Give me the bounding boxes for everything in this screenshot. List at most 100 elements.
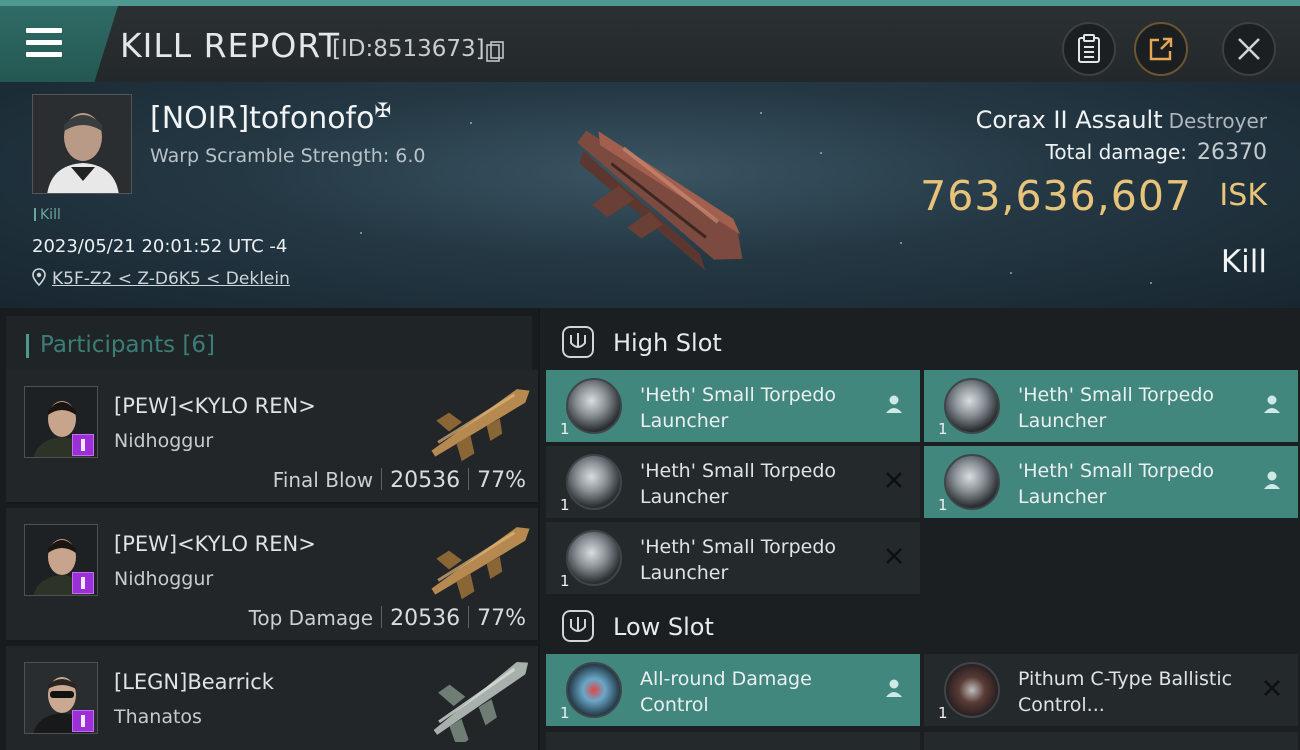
participant-stats: Final Blow 20536 77% <box>273 468 526 493</box>
participants-label: Participants <box>40 332 176 358</box>
module-high-slot-4[interactable]: 1 'Heth' Small Torpedo Launcher <box>924 446 1298 518</box>
pilot-badge-icon <box>72 710 94 732</box>
torpedo-launcher-icon <box>566 530 622 586</box>
slot-icon <box>562 326 594 358</box>
participants-accent-bar <box>26 334 29 358</box>
stat-divider <box>381 606 383 628</box>
participant-name: [PEW]<KYLO REN> <box>114 394 316 418</box>
participants-panel: Participants [6] [PEW]<KYLO REN> Nidhogg… <box>0 308 538 750</box>
participants-count: [6] <box>182 332 216 358</box>
module-quantity: 1 <box>560 704 570 722</box>
participant-ship: Thanatos <box>114 706 202 728</box>
pilot-icon <box>1264 395 1280 413</box>
page-title: KILL REPORT <box>120 26 340 65</box>
module-name: 'Heth' Small Torpedo Launcher <box>1018 384 1215 432</box>
module-high-slot-1[interactable]: 1 'Heth' Small Torpedo Launcher <box>546 370 920 442</box>
x-icon <box>886 472 902 488</box>
kill-location-link[interactable]: K5F-Z2 < Z-D6K5 < Deklein <box>32 268 290 289</box>
participant-row[interactable]: [PEW]<KYLO REN> Nidhoggur Final Blow 2053… <box>6 370 538 504</box>
victim-name[interactable]: [NOIR]tofonofo✠ <box>150 98 391 136</box>
participant-ship: Nidhoggur <box>114 568 214 590</box>
victim-avatar[interactable] <box>32 94 132 194</box>
module-high-slot-3[interactable]: 1 'Heth' Small Torpedo Launcher <box>546 446 920 518</box>
module-high-slot-5[interactable]: 1 'Heth' Small Torpedo Launcher <box>546 522 920 594</box>
module-quantity: 1 <box>938 420 948 438</box>
participant-damage: 20536 <box>390 606 461 631</box>
module-name: Pithum C-Type Ballistic Control... <box>1018 668 1233 716</box>
menu-button[interactable] <box>0 6 118 82</box>
ballistic-control-icon <box>944 662 1000 718</box>
module-name: 'Heth' Small Torpedo Launcher <box>640 460 837 508</box>
kill-report-id: [ID:8513673] <box>332 36 485 62</box>
hamburger-menu-icon <box>26 28 62 58</box>
participant-damage: 20536 <box>390 468 461 493</box>
close-button[interactable] <box>1222 22 1276 76</box>
kill-datetime: 2023/05/21 20:01:52 UTC -4 <box>32 236 288 257</box>
module-low-slot-3-partial[interactable] <box>546 732 920 750</box>
total-damage-label: Total damage: <box>1045 140 1188 164</box>
participants-title: Participants [6] <box>40 332 215 358</box>
victim-portrait-image <box>33 95 131 193</box>
module-name: 'Heth' Small Torpedo Launcher <box>1018 460 1215 508</box>
module-low-slot-4-partial[interactable] <box>924 732 1298 750</box>
module-low-slot-1[interactable]: 1 All-round Damage Control <box>546 654 920 726</box>
damage-control-icon <box>566 662 622 718</box>
location-pin-icon <box>32 268 46 287</box>
isk-value: 763,636,607 <box>920 172 1192 220</box>
module-low-slot-2[interactable]: 1 Pithum C-Type Ballistic Control... <box>924 654 1298 726</box>
victim-name-text: [NOIR]tofonofo <box>150 101 375 136</box>
participant-ship: Nidhoggur <box>114 430 214 452</box>
torpedo-launcher-icon <box>944 454 1000 510</box>
participant-ship-image <box>431 527 530 600</box>
module-name: 'Heth' Small Torpedo Launcher <box>640 384 837 432</box>
torpedo-launcher-icon <box>566 378 622 434</box>
ship-class: Destroyer <box>1168 109 1267 133</box>
participant-stats: Top Damage 20536 77% <box>249 606 526 631</box>
participant-percent: 77% <box>477 606 526 631</box>
victim-ship-name[interactable]: Corax II Assault Destroyer <box>976 106 1267 134</box>
low-slot-label: Low Slot <box>613 613 714 641</box>
ship-name-text: Corax II Assault <box>975 106 1163 134</box>
high-slot-label: High Slot <box>613 329 722 357</box>
corp-mark: ✠ <box>374 98 392 122</box>
participant-row[interactable]: [PEW]<KYLO REN> Nidhoggur Top Damage 2053… <box>6 508 538 642</box>
fitting-panel: High Slot 1 'Heth' Small Torpedo Launche… <box>540 308 1300 750</box>
isk-label: ISK <box>1219 178 1267 213</box>
module-quantity: 1 <box>938 496 948 514</box>
kill-tag: Kill <box>34 207 61 223</box>
clipboard-button[interactable] <box>1062 22 1116 76</box>
low-slot-header: Low Slot <box>540 596 1300 654</box>
stat-divider <box>381 468 383 490</box>
participant-ship-image <box>431 389 530 462</box>
module-quantity: 1 <box>938 704 948 722</box>
clipboard-icon <box>1078 34 1100 63</box>
torpedo-launcher-icon <box>566 454 622 510</box>
share-button[interactable] <box>1134 22 1188 76</box>
module-name: 'Heth' Small Torpedo Launcher <box>640 536 837 584</box>
victim-ship-image[interactable] <box>540 92 770 302</box>
x-icon <box>886 548 902 564</box>
high-slot-header: High Slot <box>540 312 1300 370</box>
participant-role: Final Blow <box>272 468 374 492</box>
total-damage: Total damage: 26370 <box>1046 140 1268 165</box>
victim-summary: [NOIR]tofonofo✠ Warp Scramble Strength: … <box>0 82 1300 308</box>
module-quantity: 1 <box>560 420 570 438</box>
total-damage-value: 26370 <box>1197 140 1267 165</box>
participant-role: Top Damage <box>248 606 374 630</box>
participant-row[interactable]: [LEGN]Bearrick Thanatos <box>6 646 538 750</box>
pilot-icon <box>886 679 902 697</box>
pilot-icon <box>1264 471 1280 489</box>
module-quantity: 1 <box>560 572 570 590</box>
module-name: All-round Damage Control <box>640 668 812 716</box>
participants-header[interactable]: Participants [6] <box>6 316 532 372</box>
participant-percent: 77% <box>477 468 526 493</box>
pilot-icon <box>886 395 902 413</box>
kill-result: Kill <box>1220 244 1267 280</box>
location-text: K5F-Z2 < Z-D6K5 < Deklein <box>52 269 290 289</box>
pilot-badge-icon <box>72 434 94 456</box>
copy-icon[interactable] <box>486 41 504 63</box>
torpedo-launcher-icon <box>944 378 1000 434</box>
participant-name: [LEGN]Bearrick <box>114 670 274 694</box>
module-high-slot-2[interactable]: 1 'Heth' Small Torpedo Launcher <box>924 370 1298 442</box>
participant-ship-image <box>433 662 529 742</box>
